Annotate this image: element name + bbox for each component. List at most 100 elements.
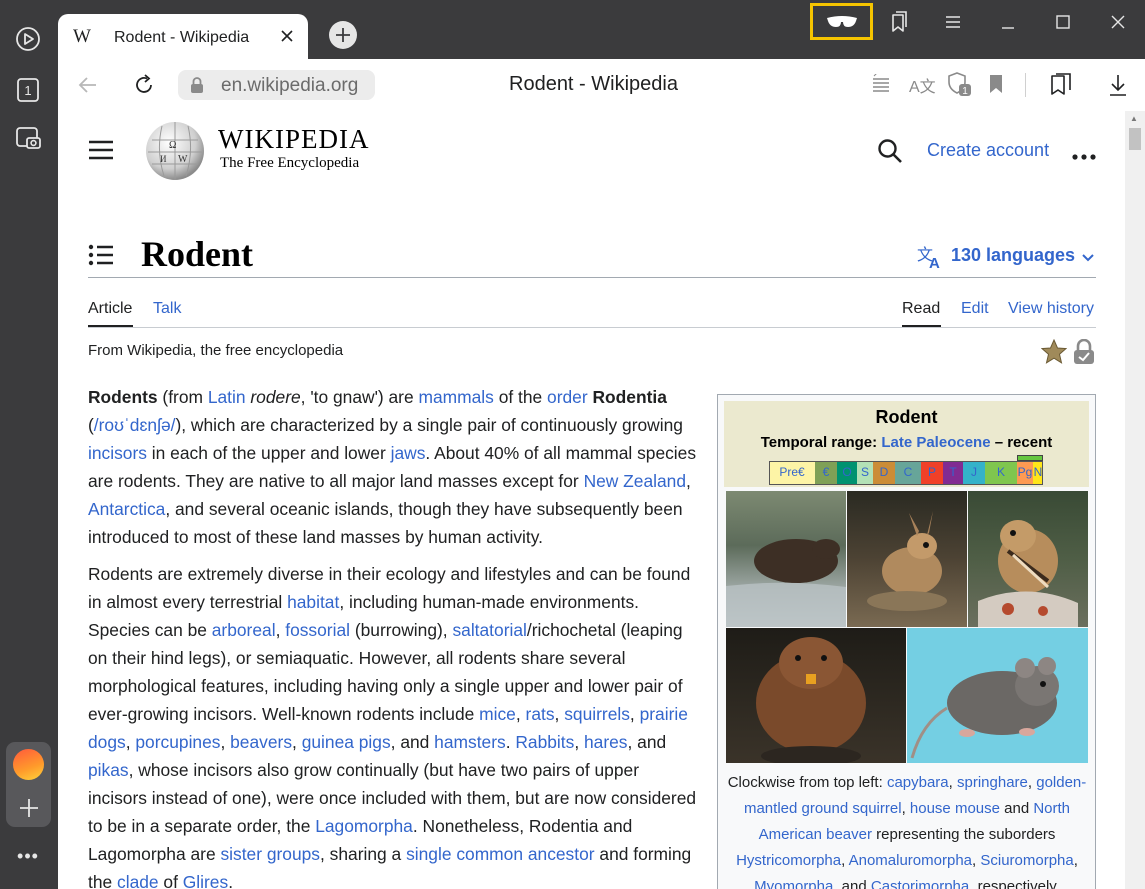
- article-link[interactable]: jaws: [391, 443, 426, 463]
- period-5[interactable]: C: [895, 461, 921, 484]
- article-link[interactable]: mammals: [418, 387, 493, 407]
- article-link[interactable]: order: [547, 387, 588, 407]
- protection-shield-icon[interactable]: 1: [946, 71, 972, 102]
- article-link[interactable]: New Zealand: [584, 471, 686, 491]
- search-icon[interactable]: [877, 138, 903, 169]
- sidebar-more-icon[interactable]: •••: [14, 846, 42, 870]
- springhare-photo[interactable]: [847, 491, 967, 627]
- article-link[interactable]: rats: [526, 704, 555, 724]
- minimize-icon[interactable]: [993, 7, 1023, 37]
- new-tab-button[interactable]: [329, 21, 357, 49]
- article-link[interactable]: hamsters: [434, 732, 506, 752]
- article-link[interactable]: capybara: [887, 774, 949, 791]
- create-account-link[interactable]: Create account: [927, 140, 1049, 161]
- chevron-down-icon[interactable]: [1081, 250, 1095, 268]
- article-link[interactable]: springhare: [957, 774, 1028, 791]
- article-link[interactable]: Anomaluromorpha: [849, 852, 972, 869]
- article-link[interactable]: squirrels: [564, 704, 630, 724]
- tab-close-icon[interactable]: [278, 27, 296, 45]
- article-link[interactable]: Hystricomorpha: [736, 852, 841, 869]
- table-of-contents-icon[interactable]: [88, 244, 114, 271]
- article-link[interactable]: Glires: [183, 872, 228, 889]
- period-8[interactable]: J: [963, 461, 985, 484]
- semi-protected-lock-icon[interactable]: [1073, 338, 1095, 370]
- text-run: ,: [220, 732, 231, 752]
- infobox-photo-collage[interactable]: [726, 491, 1088, 763]
- play-icon[interactable]: [14, 25, 42, 53]
- article-link[interactable]: Castorimorpha: [871, 878, 969, 889]
- late-paleocene-link[interactable]: Late Paleocene: [881, 434, 990, 451]
- article-link[interactable]: guinea pigs: [302, 732, 391, 752]
- article-link[interactable]: habitat: [287, 592, 339, 612]
- tab-read[interactable]: Read: [902, 300, 940, 318]
- reader-text-icon[interactable]: [871, 72, 891, 99]
- article-link[interactable]: Sciuromorpha: [980, 852, 1073, 869]
- download-icon[interactable]: [1108, 73, 1128, 102]
- article-link[interactable]: Antarctica: [88, 499, 165, 519]
- article-link[interactable]: single common ancestor: [406, 844, 595, 864]
- reader-mode-glasses-icon[interactable]: [810, 3, 873, 40]
- address-bar[interactable]: en.wikipedia.org: [178, 70, 375, 100]
- period-3[interactable]: S: [857, 461, 873, 484]
- house-mouse-photo[interactable]: [907, 628, 1088, 763]
- maximize-icon[interactable]: [1048, 7, 1078, 37]
- article-link[interactable]: Latin: [208, 387, 246, 407]
- article-link[interactable]: mice: [479, 704, 516, 724]
- period-4[interactable]: D: [873, 461, 895, 484]
- bookmark-icon[interactable]: [989, 74, 1003, 99]
- wikipedia-wordmark[interactable]: WIKIPEDIA: [218, 124, 369, 155]
- article-link[interactable]: Lagomorpha: [315, 816, 413, 836]
- beaver-photo[interactable]: [726, 628, 906, 763]
- more-options-icon[interactable]: [1072, 147, 1096, 165]
- tab-view-history[interactable]: View history: [1008, 300, 1094, 318]
- back-icon[interactable]: [77, 74, 99, 101]
- tab-edit[interactable]: Edit: [961, 300, 989, 318]
- period-11[interactable]: N: [1033, 461, 1043, 484]
- add-app-icon[interactable]: [13, 792, 44, 823]
- period-7[interactable]: T: [943, 461, 963, 484]
- ground-squirrel-photo[interactable]: [968, 491, 1088, 627]
- period-10[interactable]: Pg: [1017, 461, 1033, 484]
- article-link[interactable]: incisors: [88, 443, 147, 463]
- featured-star-icon[interactable]: [1040, 338, 1068, 370]
- page-scrollbar[interactable]: ▲: [1125, 111, 1145, 889]
- translate-icon[interactable]: A文: [909, 73, 936, 97]
- article-link[interactable]: /roʊˈdɛnʃə/: [94, 415, 176, 435]
- period-2[interactable]: O: [837, 461, 857, 484]
- article-link[interactable]: beavers: [230, 732, 292, 752]
- screenshot-icon[interactable]: [14, 124, 42, 152]
- article-link[interactable]: pikas: [88, 760, 129, 780]
- tabs-counter-button[interactable]: 1: [14, 76, 42, 104]
- tab-talk[interactable]: Talk: [153, 300, 181, 318]
- period-0[interactable]: Pre€: [769, 461, 815, 484]
- scroll-up-icon[interactable]: ▲: [1130, 114, 1138, 123]
- period-6[interactable]: P: [921, 461, 943, 484]
- tab-rodent-wikipedia[interactable]: W Rodent - Wikipedia: [58, 14, 308, 59]
- languages-button[interactable]: 130 languages: [951, 245, 1075, 266]
- reload-icon[interactable]: [132, 73, 156, 102]
- tab-article[interactable]: Article: [88, 300, 132, 318]
- hamburger-menu-icon[interactable]: [88, 139, 114, 166]
- article-link[interactable]: arboreal: [212, 620, 276, 640]
- language-icon[interactable]: 文A: [917, 245, 945, 274]
- lock-icon[interactable]: [189, 76, 205, 99]
- period-9[interactable]: K: [985, 461, 1017, 484]
- article-link[interactable]: sister groups: [220, 844, 320, 864]
- menu-icon[interactable]: [938, 7, 968, 37]
- assistant-app-icon[interactable]: [13, 749, 44, 780]
- close-window-icon[interactable]: [1103, 7, 1133, 37]
- article-link[interactable]: saltatorial: [452, 620, 526, 640]
- article-link[interactable]: clade: [117, 872, 159, 889]
- collections-icon[interactable]: [884, 7, 914, 37]
- article-link[interactable]: house mouse: [910, 800, 1000, 817]
- article-link[interactable]: fossorial: [285, 620, 350, 640]
- article-link[interactable]: hares: [584, 732, 628, 752]
- wikipedia-globe-logo[interactable]: Ω W И: [142, 118, 208, 187]
- article-link[interactable]: porcupines: [135, 732, 220, 752]
- collections-add-icon[interactable]: [1049, 73, 1073, 102]
- article-link[interactable]: Rabbits: [515, 732, 574, 752]
- article-link[interactable]: Myomorpha: [754, 878, 833, 889]
- period-1[interactable]: €: [815, 461, 837, 484]
- scrollbar-thumb[interactable]: [1129, 128, 1141, 150]
- capybara-photo[interactable]: [726, 491, 846, 627]
